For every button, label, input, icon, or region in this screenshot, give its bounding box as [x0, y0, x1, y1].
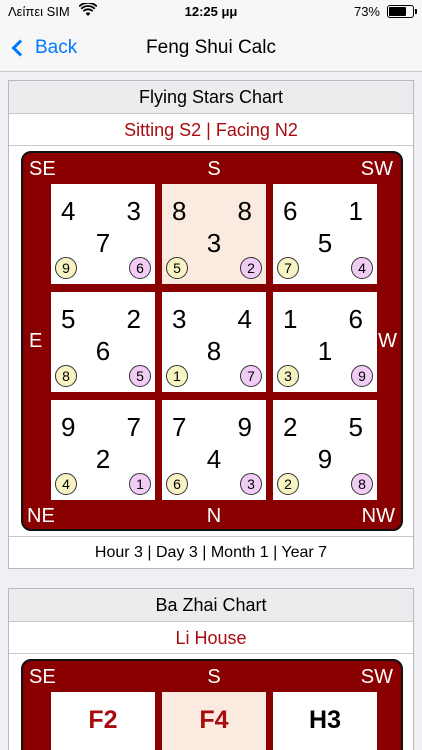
dir-nw: NW: [361, 505, 395, 527]
palace-se[interactable]: 4 3 7 9 6: [51, 184, 155, 284]
palace-center[interactable]: 3 4 8 1 7: [162, 292, 266, 392]
water-star: 8: [237, 196, 252, 226]
purple-badge: 8: [351, 473, 373, 495]
purple-badge: 9: [351, 365, 373, 387]
mountain-star: 9: [61, 412, 76, 442]
ba-zhai-card: Ba Zhai Chart Li House SE S SW F2 F4 H3: [8, 588, 414, 750]
mountain-star: 4: [61, 196, 76, 226]
dir-e: E: [29, 330, 43, 352]
battery-percent: 73%: [353, 4, 380, 19]
base-star: 3: [206, 228, 222, 258]
ba-zhai-grid: F2 F4 H3: [51, 692, 377, 750]
nav-bar: Back Feng Shui Calc: [0, 24, 422, 72]
dir-sw: SW: [360, 666, 393, 688]
yellow-badge: 5: [166, 257, 188, 279]
water-star: 4: [237, 304, 252, 334]
palace-sw[interactable]: 6 1 5 7 4: [273, 184, 377, 284]
palace-n[interactable]: 7 9 4 6 3: [162, 400, 266, 500]
base-star: 2: [95, 444, 111, 474]
water-star: 7: [126, 412, 141, 442]
purple-badge: 4: [351, 257, 373, 279]
mountain-star: 1: [283, 304, 298, 334]
flying-stars-card: Flying Stars Chart Sitting S2 | Facing N…: [8, 80, 414, 569]
water-star: 1: [348, 196, 363, 226]
flying-stars-subtitle: Sitting S2 | Facing N2: [9, 114, 413, 146]
dir-s: S: [207, 158, 221, 180]
palace-s[interactable]: 8 8 3 5 2: [162, 184, 266, 284]
palace-w[interactable]: 1 6 1 3 9: [273, 292, 377, 392]
purple-badge: 7: [240, 365, 262, 387]
base-star: 8: [206, 336, 222, 366]
mountain-star: 3: [172, 304, 187, 334]
base-star: 4: [206, 444, 222, 474]
base-star: 6: [95, 336, 111, 366]
ba-zhai-title: Ba Zhai Chart: [9, 589, 413, 622]
yellow-badge: 8: [55, 365, 77, 387]
flying-stars-grid: 4 3 7 9 6 8 8 3 5 2 6 1 5 7 4 5 2 6 8 5 …: [51, 184, 377, 500]
base-star: 9: [317, 444, 333, 474]
water-star: 5: [348, 412, 363, 442]
mountain-star: 8: [172, 196, 187, 226]
purple-badge: 2: [240, 257, 262, 279]
yellow-badge: 2: [277, 473, 299, 495]
dir-w: W: [378, 330, 397, 352]
palace-nw[interactable]: 2 5 9 2 8: [273, 400, 377, 500]
water-star: 2: [126, 304, 141, 334]
palace-ne[interactable]: 9 7 2 4 1: [51, 400, 155, 500]
battery-icon: [387, 5, 417, 18]
flying-stars-footer: Hour 3 | Day 3 | Month 1 | Year 7: [9, 536, 413, 568]
yellow-badge: 4: [55, 473, 77, 495]
ba-zhai-se[interactable]: F2: [51, 692, 155, 750]
base-star: 7: [95, 228, 111, 258]
base-star: 5: [317, 228, 333, 258]
base-star: 1: [317, 336, 333, 366]
flying-stars-board: SE S SW E W NE N NW 4 3 7 9 6 8 8 3 5 2 …: [21, 151, 403, 531]
mountain-star: 6: [283, 196, 298, 226]
purple-badge: 5: [129, 365, 151, 387]
water-star: 3: [126, 196, 141, 226]
purple-badge: 6: [129, 257, 151, 279]
ba-zhai-board: SE S SW F2 F4 H3: [21, 659, 403, 750]
dir-sw: SW: [360, 158, 393, 180]
purple-badge: 1: [129, 473, 151, 495]
mountain-star: 2: [283, 412, 298, 442]
flying-stars-title: Flying Stars Chart: [9, 81, 413, 114]
mountain-star: 5: [61, 304, 76, 334]
battery-fill: [389, 7, 406, 16]
page-title: Feng Shui Calc: [146, 37, 276, 58]
dir-s: S: [207, 666, 221, 688]
water-star: 6: [348, 304, 363, 334]
status-bar: Λείπει SIM 12:25 μμ 73%: [0, 0, 422, 24]
yellow-badge: 3: [277, 365, 299, 387]
ba-zhai-s[interactable]: F4: [162, 692, 266, 750]
ba-zhai-subtitle: Li House: [9, 622, 413, 654]
yellow-badge: 7: [277, 257, 299, 279]
palace-e[interactable]: 5 2 6 8 5: [51, 292, 155, 392]
mountain-star: 7: [172, 412, 187, 442]
water-star: 9: [237, 412, 252, 442]
yellow-badge: 1: [166, 365, 188, 387]
dir-n: N: [206, 505, 222, 527]
yellow-badge: 9: [55, 257, 77, 279]
yellow-badge: 6: [166, 473, 188, 495]
purple-badge: 3: [240, 473, 262, 495]
ba-zhai-sw[interactable]: H3: [273, 692, 377, 750]
